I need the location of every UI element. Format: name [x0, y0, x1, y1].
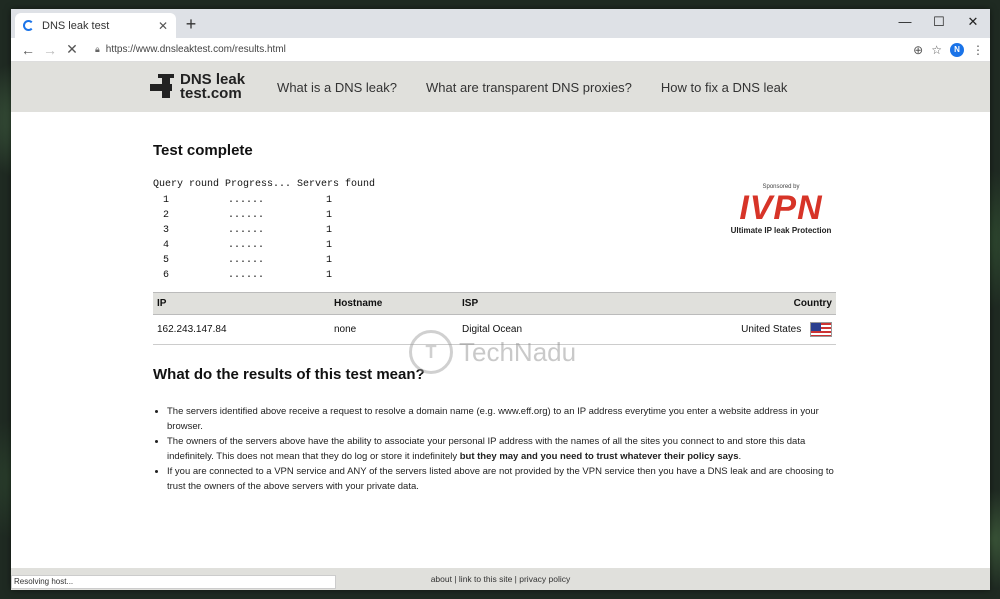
- results-header-row: IP Hostname ISP Country: [153, 292, 836, 315]
- explanation-list: The servers identified above receive a r…: [167, 404, 837, 494]
- round-progress: ......: [228, 225, 265, 236]
- footer-about-link[interactable]: about: [431, 574, 452, 584]
- table-row: 1...... 1: [153, 193, 375, 208]
- results-table: IP Hostname ISP Country 162.243.147.84 n…: [153, 292, 836, 345]
- round-round: 1: [163, 195, 170, 206]
- zoom-icon[interactable]: ⊕: [913, 43, 923, 57]
- us-flag-icon: [810, 322, 832, 337]
- table-row: 3...... 1: [153, 223, 375, 238]
- emphasis-text: but they may and you need to trust whate…: [459, 451, 739, 462]
- loading-spinner-icon: [23, 20, 34, 31]
- tab-dns-leak-test[interactable]: DNS leak test ✕: [15, 13, 176, 38]
- round-servers: 1: [326, 255, 333, 266]
- round-round: 4: [163, 240, 170, 251]
- window-close-button[interactable]: ✕: [956, 9, 990, 38]
- col-ip: IP: [153, 292, 330, 315]
- lock-icon: 🔒︎: [95, 44, 100, 54]
- browser-window: DNS leak test ✕ + — ☐ ✕ ← → ✕ 🔒︎ https:/…: [11, 9, 990, 590]
- avatar[interactable]: N: [950, 42, 964, 57]
- close-icon[interactable]: ✕: [158, 19, 168, 33]
- table-row: 6...... 1: [153, 268, 375, 283]
- cell-ip: 162.243.147.84: [153, 314, 330, 345]
- nav-how-to-fix[interactable]: How to fix a DNS leak: [661, 80, 787, 95]
- round-round: 3: [163, 225, 170, 236]
- cell-isp: Digital Ocean: [458, 314, 613, 345]
- browser-toolbar: ← → ✕ 🔒︎ https://www.dnsleaktest.com/res…: [11, 38, 990, 62]
- cell-country: United States: [612, 314, 836, 345]
- forward-arrow-icon[interactable]: →: [39, 42, 61, 58]
- round-round: 6: [163, 270, 170, 281]
- ivpn-logo: IVPN: [739, 189, 823, 227]
- page-content: DNS leak test.com What is a DNS leak? Wh…: [11, 62, 990, 590]
- status-bar: Resolving host...: [11, 575, 336, 589]
- menu-kebab-icon[interactable]: ⋮: [972, 43, 984, 57]
- back-arrow-icon[interactable]: ←: [17, 42, 39, 58]
- nav-transparent-dns-proxies[interactable]: What are transparent DNS proxies?: [426, 80, 632, 95]
- tab-strip: DNS leak test ✕ + — ☐ ✕: [11, 9, 990, 38]
- round-progress: ......: [228, 210, 265, 221]
- round-progress: ......: [228, 270, 265, 281]
- round-servers: 1: [326, 270, 333, 281]
- table-row: 5...... 1: [153, 253, 375, 268]
- list-item: If you are connected to a VPN service an…: [167, 464, 837, 494]
- table-row: 162.243.147.84 none Digital Ocean United…: [153, 314, 836, 345]
- star-icon[interactable]: ☆: [931, 43, 942, 57]
- round-round: 5: [163, 255, 170, 266]
- nav-what-is-dns-leak[interactable]: What is a DNS leak?: [277, 80, 397, 95]
- new-tab-button[interactable]: +: [181, 14, 201, 34]
- round-servers: 1: [326, 210, 333, 221]
- logo-text: DNS leak test.com: [180, 72, 245, 102]
- main-content: Test complete Query round Progress... Se…: [153, 142, 836, 492]
- round-servers: 1: [326, 240, 333, 251]
- list-item: The owners of the servers above have the…: [167, 434, 837, 464]
- stop-loading-icon[interactable]: ✕: [61, 41, 83, 58]
- round-progress: ......: [228, 255, 265, 266]
- site-header: DNS leak test.com What is a DNS leak? Wh…: [11, 62, 990, 112]
- sponsor-tagline: Ultimate IP leak Protection: [730, 226, 832, 235]
- table-row: 4...... 1: [153, 238, 375, 253]
- toolbar-right: ⊕ ☆ N ⋮: [913, 42, 984, 57]
- round-round: 2: [163, 210, 170, 221]
- tap-icon: [150, 72, 176, 102]
- minimize-button[interactable]: —: [888, 9, 922, 38]
- footer-separator: |: [451, 574, 459, 584]
- table-row: 2...... 1: [153, 208, 375, 223]
- url-text: https://www.dnsleaktest.com/results.html: [105, 44, 286, 55]
- maximize-button[interactable]: ☐: [922, 9, 956, 38]
- cell-hostname: none: [330, 314, 458, 345]
- col-country: Country: [612, 292, 836, 315]
- tab-title: DNS leak test: [42, 19, 110, 32]
- round-progress: ......: [228, 195, 265, 206]
- col-isp: ISP: [458, 292, 613, 315]
- list-item: The servers identified above receive a r…: [167, 404, 837, 434]
- rounds-header: Query round Progress... Servers found: [153, 179, 376, 190]
- query-rounds: Query round Progress... Servers found 1.…: [153, 179, 375, 283]
- logo-line-2: test.com: [180, 85, 242, 102]
- round-servers: 1: [326, 195, 333, 206]
- round-servers: 1: [326, 225, 333, 236]
- sponsor-banner[interactable]: Sponsored by IVPN Ultimate IP leak Prote…: [726, 184, 836, 235]
- footer-link-to-site[interactable]: link to this site: [459, 574, 512, 584]
- section-title: What do the results of this test mean?: [153, 366, 425, 383]
- page-title: Test complete: [153, 142, 253, 159]
- site-logo[interactable]: DNS leak test.com: [150, 72, 245, 102]
- address-bar[interactable]: 🔒︎ https://www.dnsleaktest.com/results.h…: [89, 40, 907, 60]
- country-name: United States: [741, 324, 802, 336]
- footer-privacy-link[interactable]: privacy policy: [519, 574, 570, 584]
- col-hostname: Hostname: [330, 292, 458, 315]
- window-controls: — ☐ ✕: [888, 9, 990, 38]
- round-progress: ......: [228, 240, 265, 251]
